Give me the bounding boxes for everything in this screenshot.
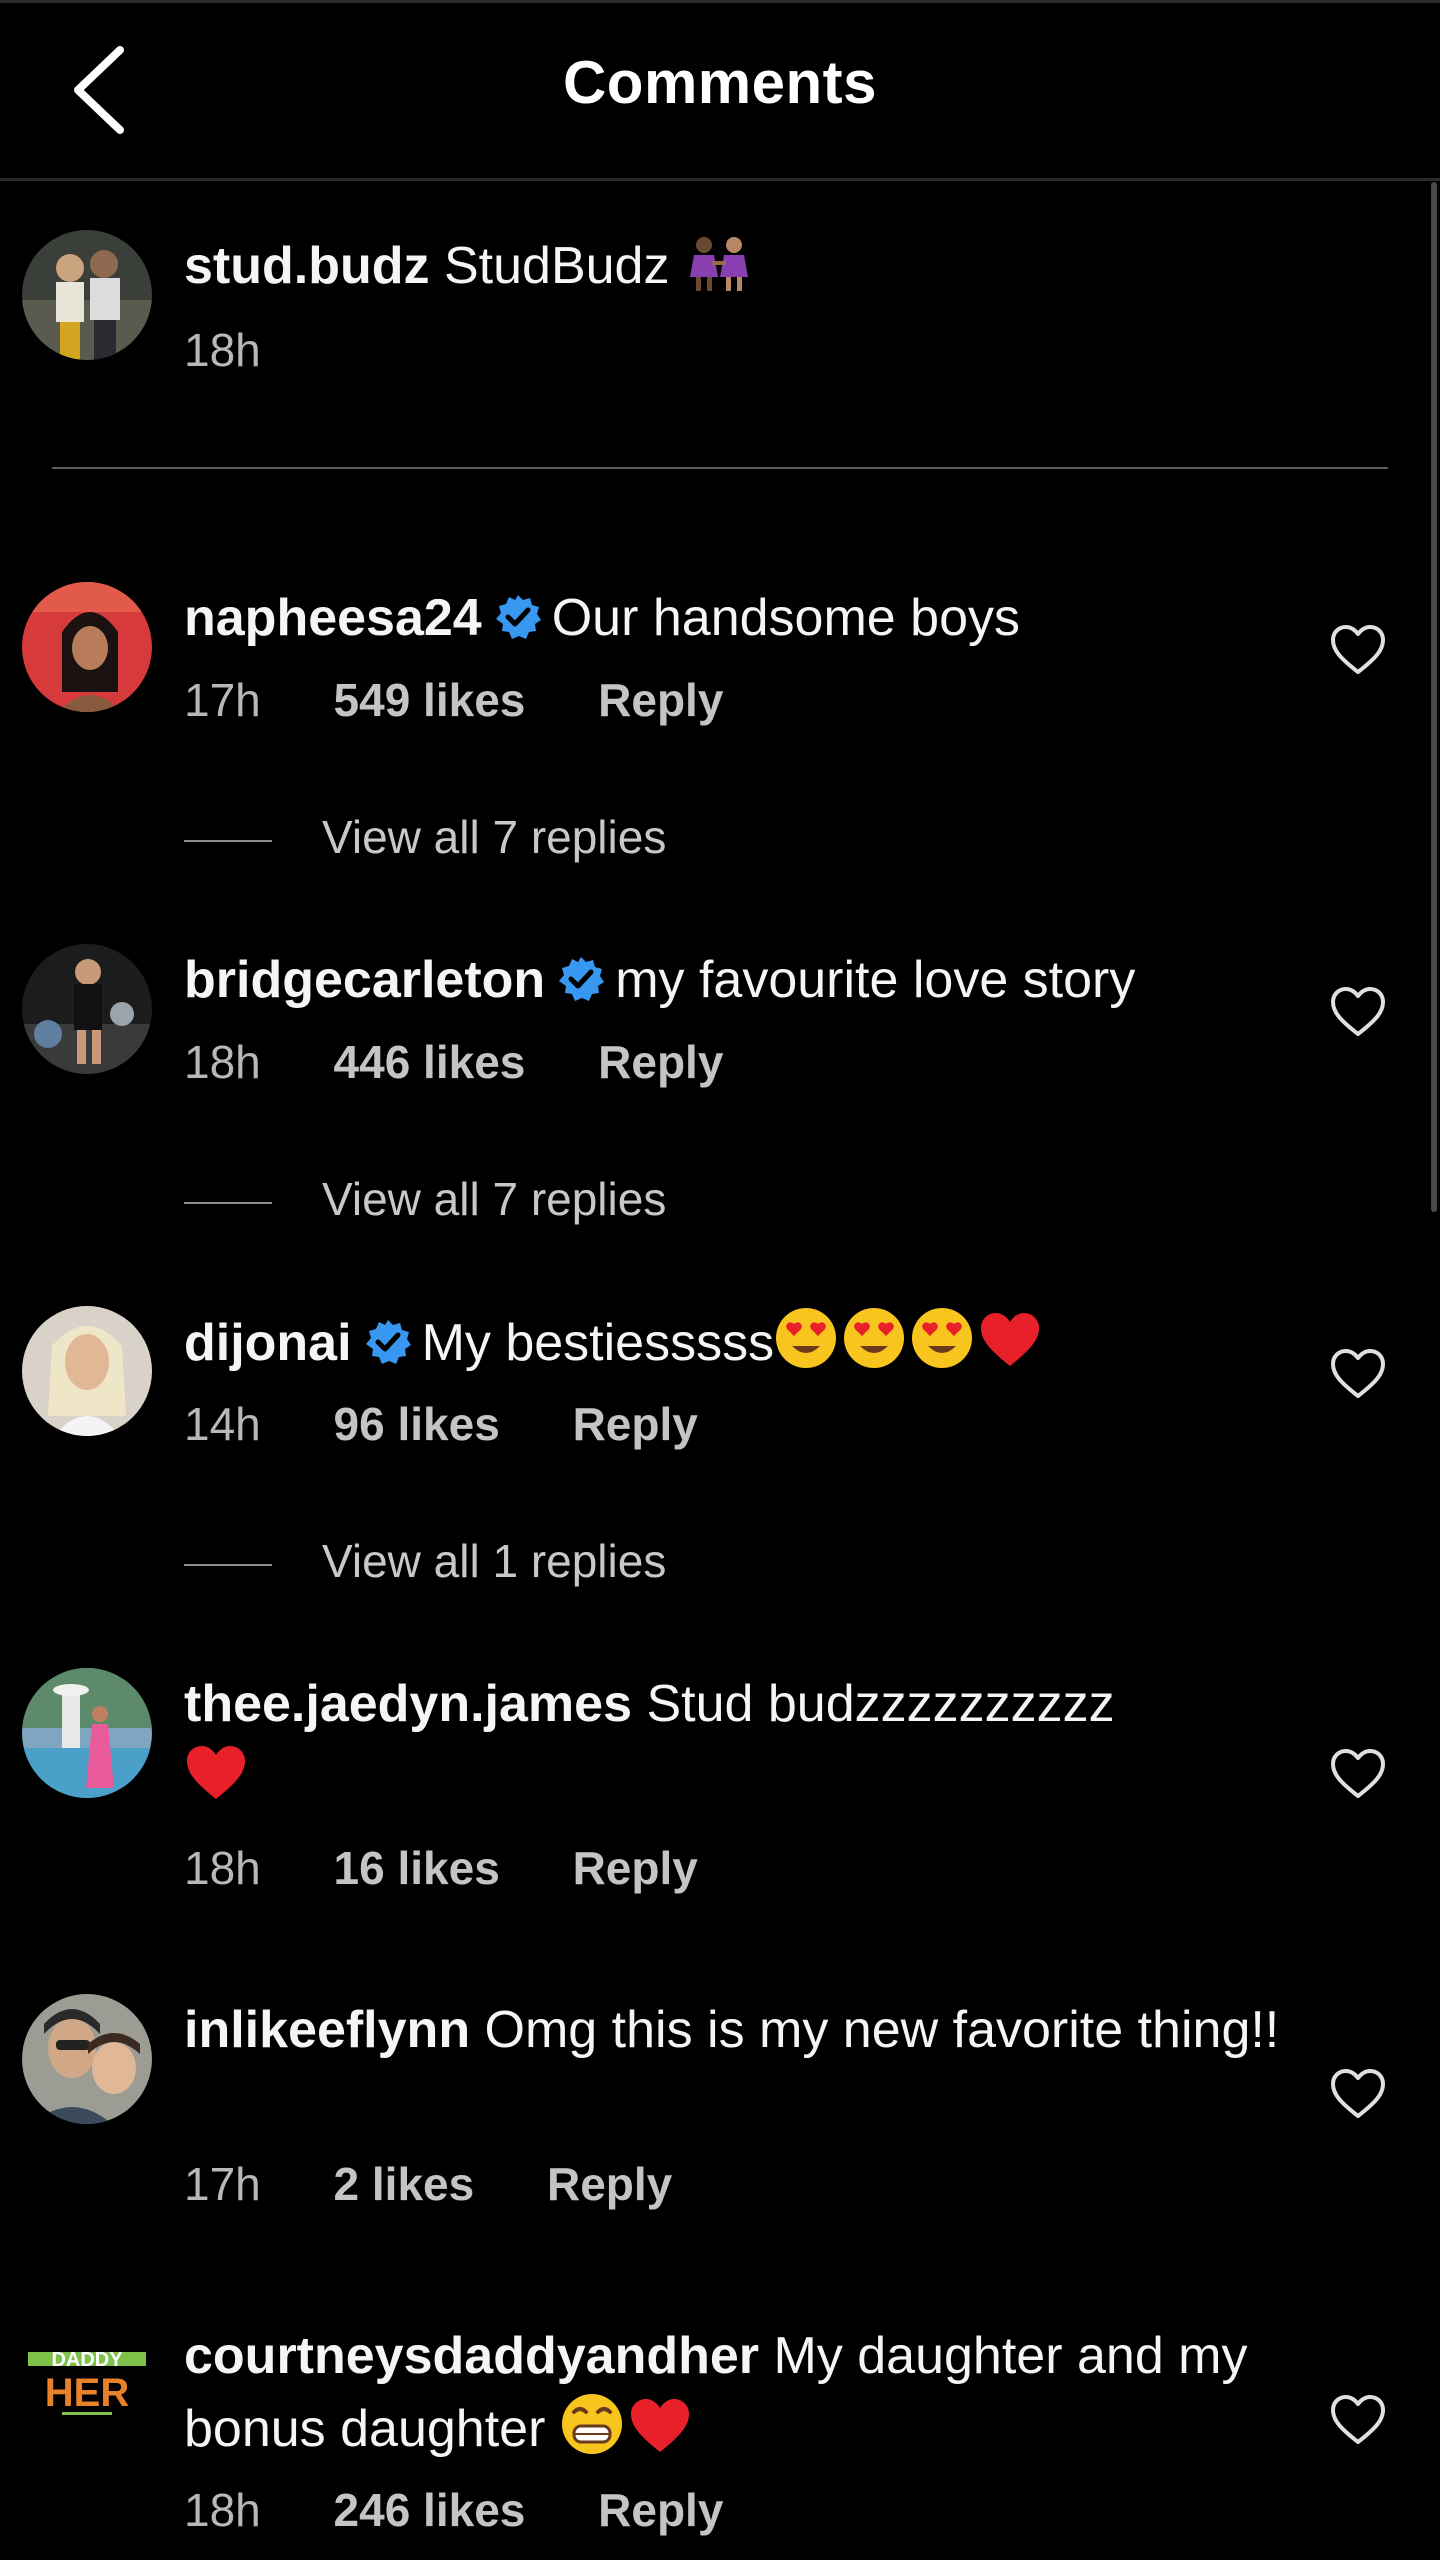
red-heart-emoji bbox=[981, 1313, 1040, 1366]
comment-line: thee.jaedyn.james Stud budzzzzzzzzzz bbox=[184, 1668, 1310, 1812]
reply-button[interactable]: Reply bbox=[573, 1398, 698, 1450]
two-women-holding-hands-emoji bbox=[689, 237, 748, 291]
red-heart-emoji bbox=[630, 2399, 689, 2452]
avatar[interactable] bbox=[22, 1668, 152, 1798]
avatar[interactable] bbox=[22, 230, 152, 360]
brand-logo[interactable]: DADDY HER bbox=[22, 2320, 152, 2450]
view-replies-link[interactable]: View all 7 replies bbox=[184, 807, 666, 867]
reply-button[interactable]: Reply bbox=[598, 674, 723, 726]
heart-eyes-emoji bbox=[844, 1308, 905, 1368]
like-button[interactable] bbox=[1330, 624, 1386, 676]
avatar[interactable] bbox=[22, 944, 152, 1074]
svg-text:DADDY: DADDY bbox=[51, 2349, 123, 2371]
comment-time: 18h bbox=[184, 1036, 261, 1088]
post-caption: stud.budz StudBudz 18h bbox=[0, 225, 1440, 405]
red-heart-emoji bbox=[187, 1746, 245, 1799]
comments-header: Comments bbox=[0, 0, 1440, 181]
comment-meta: 14h 96 likes Reply bbox=[184, 1394, 758, 1454]
caption-text: StudBudz bbox=[443, 237, 670, 295]
caption-username[interactable]: stud.budz bbox=[184, 237, 430, 295]
comment-meta: 18h 446 likes Reply bbox=[184, 1032, 783, 1092]
comment-username[interactable]: dijonai bbox=[184, 1314, 352, 1372]
view-replies-label: View all 7 replies bbox=[322, 811, 667, 863]
view-replies-label: View all 1 replies bbox=[322, 1535, 667, 1587]
caption-meta: 18h bbox=[184, 320, 321, 380]
reply-button[interactable]: Reply bbox=[573, 1842, 698, 1894]
replies-divider bbox=[184, 1563, 272, 1566]
page-title: Comments bbox=[562, 49, 878, 116]
verified-badge-icon bbox=[559, 957, 605, 1001]
comment-line: courtneysdaddyandher My daughter and my … bbox=[184, 2320, 1310, 2465]
comment-likes[interactable]: 246 likes bbox=[334, 2484, 526, 2536]
comment-username[interactable]: courtneysdaddyandher bbox=[184, 2327, 759, 2385]
avatar[interactable] bbox=[22, 582, 152, 712]
comment-time: 17h bbox=[184, 2158, 261, 2210]
comment-time: 14h bbox=[184, 1398, 261, 1450]
comment-time: 17h bbox=[184, 674, 261, 726]
comment-text: My bestiesssss bbox=[421, 1314, 775, 1372]
comment-time: 18h bbox=[184, 2484, 261, 2536]
replies-divider bbox=[184, 839, 272, 842]
comment-likes[interactable]: 2 likes bbox=[334, 2158, 475, 2210]
comment-meta: 18h 246 likes Reply bbox=[184, 2480, 783, 2540]
comment-text: Stud budzzzzzzzzzz bbox=[646, 1675, 1115, 1733]
comment-likes[interactable]: 96 likes bbox=[334, 1398, 500, 1450]
comment-meta: 17h 549 likes Reply bbox=[184, 670, 783, 730]
comment-likes[interactable]: 446 likes bbox=[334, 1036, 526, 1088]
comment-line: bridgecarleton my favourite love story bbox=[184, 944, 1310, 1016]
heart-eyes-emoji bbox=[776, 1308, 837, 1368]
comment-line: napheesa24 Our handsome boys bbox=[184, 582, 1310, 654]
comment-meta: 17h 2 likes Reply bbox=[184, 2154, 732, 2214]
comment-likes[interactable]: 16 likes bbox=[334, 1842, 500, 1894]
heart-outline-icon bbox=[1331, 625, 1385, 674]
like-button[interactable] bbox=[1330, 1348, 1386, 1400]
caption-divider bbox=[52, 467, 1388, 469]
verified-badge-icon bbox=[365, 1320, 411, 1364]
comment-text: Our handsome boys bbox=[551, 589, 1020, 647]
like-button[interactable] bbox=[1330, 986, 1386, 1038]
comment-line: inlikeeflynn Omg this is my new favorite… bbox=[184, 1994, 1310, 2066]
caption-time: 18h bbox=[184, 324, 261, 376]
reply-button[interactable]: Reply bbox=[598, 1036, 723, 1088]
grinning-face-emoji bbox=[561, 2394, 622, 2454]
heart-outline-icon bbox=[1331, 987, 1385, 1036]
comment-text: my favourite love story bbox=[615, 951, 1136, 1009]
comment-line: dijonai My bestiesssss bbox=[184, 1306, 1310, 1379]
comment-username[interactable]: inlikeeflynn bbox=[184, 2001, 470, 2059]
heart-outline-icon bbox=[1331, 1749, 1385, 1798]
comment-text: Omg this is my new favorite thing!! bbox=[484, 2001, 1280, 2059]
comment-username[interactable]: bridgecarleton bbox=[184, 951, 545, 1009]
comment-likes[interactable]: 549 likes bbox=[334, 674, 526, 726]
reply-button[interactable]: Reply bbox=[598, 2484, 723, 2536]
avatar[interactable] bbox=[22, 1306, 152, 1436]
like-button[interactable] bbox=[1330, 1748, 1386, 1800]
verified-badge-icon bbox=[495, 595, 541, 639]
heart-outline-icon bbox=[1331, 2395, 1385, 2444]
heart-outline-icon bbox=[1331, 1349, 1385, 1398]
comment-meta: 18h 16 likes Reply bbox=[184, 1838, 758, 1898]
comment-time: 18h bbox=[184, 1842, 261, 1894]
like-button[interactable] bbox=[1330, 2394, 1386, 2446]
comment-username[interactable]: napheesa24 bbox=[184, 589, 482, 647]
view-replies-label: View all 7 replies bbox=[322, 1173, 667, 1225]
view-replies-link[interactable]: View all 7 replies bbox=[184, 1169, 666, 1229]
replies-divider bbox=[184, 1201, 272, 1204]
svg-text:HER: HER bbox=[45, 2371, 130, 2415]
heart-eyes-emoji bbox=[912, 1308, 973, 1368]
like-button[interactable] bbox=[1330, 2068, 1386, 2120]
reply-button[interactable]: Reply bbox=[547, 2158, 672, 2210]
heart-outline-icon bbox=[1331, 2069, 1385, 2118]
caption-line: stud.budz StudBudz bbox=[184, 230, 1310, 302]
view-replies-link[interactable]: View all 1 replies bbox=[184, 1531, 666, 1591]
comment-username[interactable]: thee.jaedyn.james bbox=[184, 1675, 632, 1733]
avatar[interactable] bbox=[22, 1994, 152, 2124]
